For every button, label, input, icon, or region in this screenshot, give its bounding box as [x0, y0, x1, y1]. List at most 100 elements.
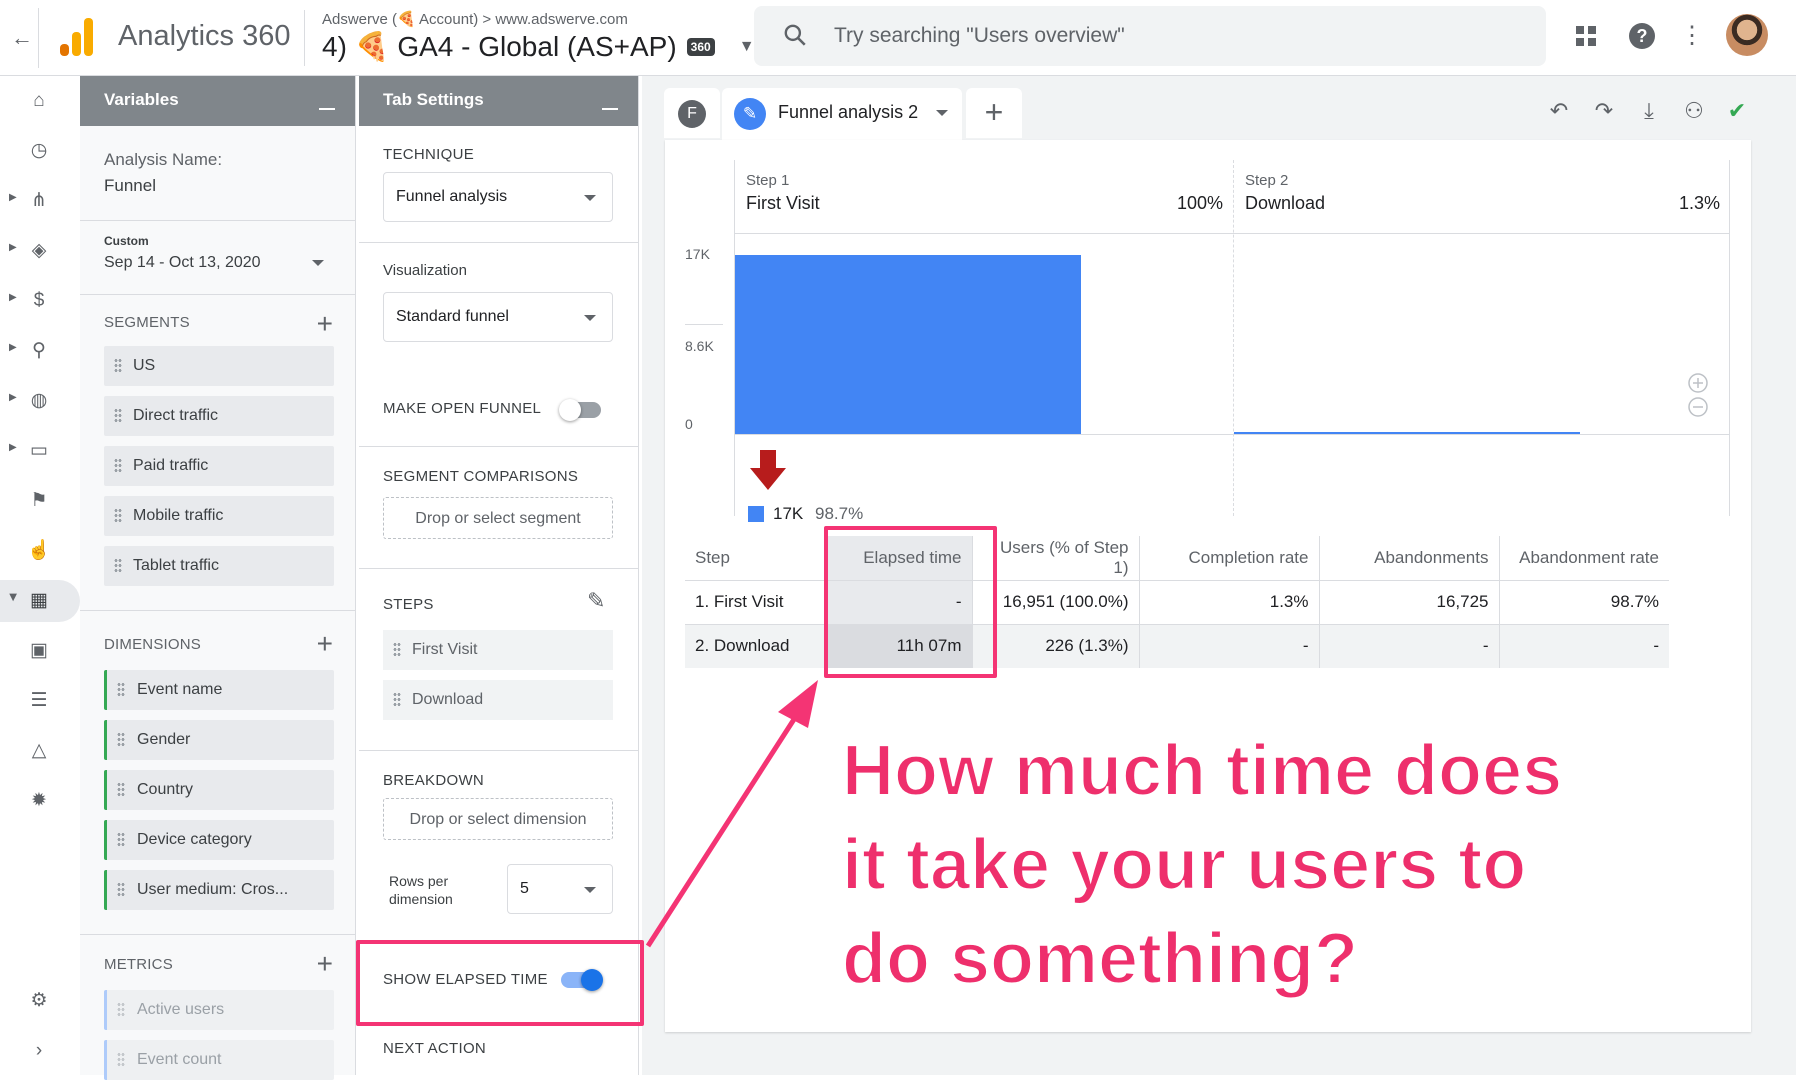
- segment-chip[interactable]: Tablet traffic: [104, 546, 334, 586]
- metric-chip[interactable]: Event count: [104, 1040, 334, 1080]
- drag-handle-icon[interactable]: [114, 458, 122, 474]
- dimension-chip[interactable]: Device category: [104, 820, 334, 860]
- nav-audiences[interactable]: ☰: [0, 680, 80, 722]
- chevron-down-icon[interactable]: ▼: [739, 38, 755, 56]
- open-funnel-toggle[interactable]: [559, 399, 601, 421]
- column-header[interactable]: Step: [685, 536, 827, 580]
- drag-handle-icon[interactable]: [117, 1052, 125, 1068]
- column-header[interactable]: Abandonment rate: [1498, 536, 1669, 580]
- property-selector[interactable]: 4) 🍕 GA4 - Global (AS+AP) 360 ▼: [322, 30, 755, 63]
- nav-monetization[interactable]: ▶ $: [0, 280, 80, 322]
- segment-comparisons-label: SEGMENT COMPARISONS: [383, 468, 579, 485]
- 360-badge: 360: [686, 37, 715, 56]
- drag-handle-icon[interactable]: [114, 558, 122, 574]
- download-icon[interactable]: ⤓: [1634, 96, 1664, 126]
- step-chip[interactable]: Download: [383, 680, 613, 720]
- tab-strip: F ✎ Funnel analysis 2 +: [664, 88, 1024, 140]
- drag-handle-icon[interactable]: [117, 832, 125, 848]
- nav-tags[interactable]: ▶ ◈: [0, 230, 80, 272]
- drag-handle-icon[interactable]: [117, 882, 125, 898]
- nav-lifecycle[interactable]: ▶ ⋔: [0, 180, 80, 222]
- nav-home[interactable]: ⌂: [0, 80, 80, 122]
- bar-step-2[interactable]: [1234, 432, 1580, 434]
- dimension-drop-zone[interactable]: Drop or select dimension: [383, 798, 613, 840]
- nav-admin[interactable]: ⚙: [0, 980, 80, 1022]
- technique-select[interactable]: Funnel analysis: [383, 172, 613, 222]
- chevron-down-icon[interactable]: [312, 260, 324, 266]
- variables-panel: Variables Analysis Name: Funnel Custom S…: [80, 76, 356, 1080]
- share-people-icon[interactable]: ⚇: [1679, 96, 1709, 126]
- drag-handle-icon[interactable]: [393, 642, 401, 658]
- drag-handle-icon[interactable]: [114, 508, 122, 524]
- dimension-chip[interactable]: Gender: [104, 720, 334, 760]
- tab-name: Funnel analysis 2: [778, 102, 919, 122]
- segment-chip[interactable]: Paid traffic: [104, 446, 334, 486]
- add-segment-icon[interactable]: +: [317, 310, 333, 338]
- nav-reports[interactable]: ▣: [0, 630, 80, 672]
- nav-tech[interactable]: ▶ ▭: [0, 430, 80, 472]
- tab-funnel-analysis[interactable]: ✎ Funnel analysis 2: [722, 88, 962, 140]
- analysis-name-value[interactable]: Funnel: [104, 176, 156, 196]
- saved-doc-icon[interactable]: ✔: [1722, 96, 1752, 126]
- nav-realtime[interactable]: ◷: [0, 130, 80, 172]
- help-icon[interactable]: ?: [1626, 20, 1658, 52]
- redo-icon[interactable]: ↷: [1589, 96, 1619, 126]
- dimension-chip[interactable]: User medium: Cros...: [104, 870, 334, 910]
- back-arrow-icon[interactable]: ←: [8, 24, 36, 52]
- nav-demographics[interactable]: ▶ ◍: [0, 380, 80, 422]
- segment-chip[interactable]: US: [104, 346, 334, 386]
- column-header[interactable]: Abandonments: [1318, 536, 1499, 580]
- nav-expand[interactable]: ›: [0, 1030, 80, 1072]
- drag-handle-icon[interactable]: [114, 358, 122, 374]
- metric-chip[interactable]: Active users: [104, 990, 334, 1030]
- column-header[interactable]: Users (% of Step 1): [971, 536, 1139, 580]
- account-breadcrumb[interactable]: Adswerve (🍕 Account) > www.adswerve.com: [322, 10, 628, 28]
- chevron-down-icon: [584, 195, 596, 201]
- step-label: Download: [412, 691, 484, 708]
- step-chip[interactable]: First Visit: [383, 630, 613, 670]
- minimize-icon[interactable]: [319, 108, 335, 110]
- undo-icon[interactable]: ↶: [1544, 96, 1574, 126]
- rows-per-dimension-select[interactable]: 5: [507, 864, 613, 914]
- bar-step-1[interactable]: [735, 255, 1081, 434]
- search-bar[interactable]: Try searching "Users overview": [754, 6, 1546, 66]
- y-tick-label: 8.6K: [685, 338, 714, 354]
- avatar[interactable]: [1726, 14, 1768, 56]
- divider: [304, 10, 305, 66]
- date-range-value[interactable]: Sep 14 - Oct 13, 2020: [104, 254, 261, 272]
- variables-title: Variables: [104, 90, 179, 109]
- nav-debug[interactable]: ✹: [0, 780, 80, 822]
- segment-drop-zone[interactable]: Drop or select segment: [383, 497, 613, 539]
- drag-handle-icon[interactable]: [117, 682, 125, 698]
- add-dimension-icon[interactable]: +: [317, 630, 333, 658]
- segment-chip[interactable]: Mobile traffic: [104, 496, 334, 536]
- dimension-chip[interactable]: Event name: [104, 670, 334, 710]
- nav-events[interactable]: ⚑: [0, 480, 80, 522]
- minimize-icon[interactable]: [602, 108, 618, 110]
- segment-chip[interactable]: Direct traffic: [104, 396, 334, 436]
- nav-configure[interactable]: △: [0, 730, 80, 772]
- zoom-out-icon[interactable]: [1688, 397, 1708, 417]
- drag-handle-icon[interactable]: [393, 692, 401, 708]
- nav-analysis[interactable]: ▶ ▦: [0, 580, 80, 622]
- globe-icon: ◍: [30, 390, 48, 411]
- add-tab-button[interactable]: +: [966, 88, 1022, 138]
- column-header[interactable]: Completion rate: [1138, 536, 1319, 580]
- drag-handle-icon[interactable]: [114, 408, 122, 424]
- nav-explore[interactable]: ☝: [0, 530, 80, 572]
- zoom-in-icon[interactable]: [1688, 373, 1708, 393]
- drag-handle-icon[interactable]: [117, 1002, 125, 1018]
- drag-handle-icon[interactable]: [117, 782, 125, 798]
- edit-pencil-icon[interactable]: ✎: [587, 588, 605, 614]
- nav-engagement[interactable]: ▶ ⚲: [0, 330, 80, 372]
- tab-freeform[interactable]: F: [664, 88, 720, 138]
- visualization-select[interactable]: Standard funnel: [383, 292, 613, 342]
- drag-handle-icon[interactable]: [117, 732, 125, 748]
- more-vert-icon[interactable]: ⋮: [1676, 20, 1708, 52]
- bug-icon: ✹: [31, 790, 47, 811]
- chevron-down-icon[interactable]: [936, 110, 948, 116]
- dimension-chip[interactable]: Country: [104, 770, 334, 810]
- add-metric-icon[interactable]: +: [317, 950, 333, 978]
- search-input[interactable]: Try searching "Users overview": [834, 24, 1125, 48]
- apps-grid-icon[interactable]: [1570, 20, 1602, 52]
